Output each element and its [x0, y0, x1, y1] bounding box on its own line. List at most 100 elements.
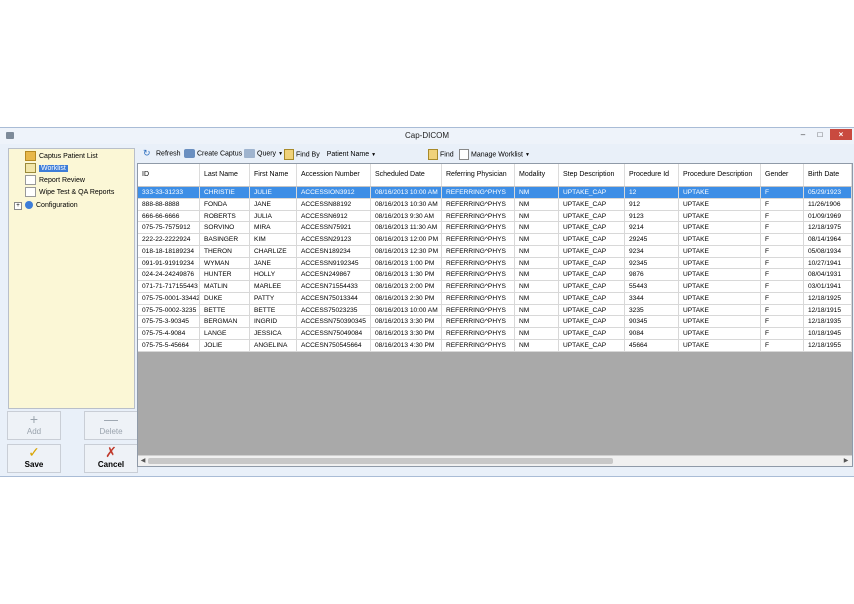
- table-cell: REFERRING^PHYS: [442, 187, 515, 199]
- tree-item-wipe-test-qa-reports[interactable]: Wipe Test & QA Reports: [25, 187, 114, 198]
- find-by-icon: [284, 149, 294, 160]
- minimize-icon[interactable]: –: [796, 129, 810, 140]
- table-cell: 9234: [625, 245, 679, 258]
- column-header[interactable]: Gender: [761, 164, 804, 186]
- table-cell: JULIE: [250, 187, 297, 199]
- table-cell: UPTAKE_CAP: [559, 328, 625, 340]
- chevron-down-icon: ▼: [278, 151, 284, 158]
- table-cell: 08/16/2013 9:30 AM: [371, 210, 442, 223]
- table-cell: UPTAKE_CAP: [559, 292, 625, 305]
- table-cell: ACCESSN88192: [297, 198, 371, 211]
- table-row[interactable]: 222-22-2222924 BASINGER KIM ACCESSN29123 08/…: [138, 234, 852, 246]
- cancel-button[interactable]: ✗ Cancel: [84, 444, 138, 473]
- scrollbar-thumb[interactable]: [148, 458, 613, 464]
- table-cell: BERGMAN: [200, 316, 250, 328]
- table-cell: 018-18-18189234: [138, 245, 200, 258]
- table-cell: NM: [515, 269, 559, 281]
- table-cell: 08/14/1964: [804, 234, 852, 246]
- column-header[interactable]: Scheduled Date: [371, 164, 442, 186]
- find-button[interactable]: Find: [428, 149, 454, 160]
- column-header[interactable]: Referring Physician: [442, 164, 515, 186]
- table-cell: FONDA: [200, 198, 250, 211]
- close-icon[interactable]: ×: [830, 129, 852, 140]
- table-cell: JANE: [250, 198, 297, 211]
- table-cell: ACCESSN75049084: [297, 328, 371, 340]
- table-cell: UPTAKE_CAP: [559, 257, 625, 270]
- table-cell: BASINGER: [200, 234, 250, 246]
- table-cell: ACCESSION3912: [297, 187, 371, 199]
- table-row[interactable]: 075-75-4-9084 LANGE JESSICA ACCESSN75049084…: [138, 328, 852, 340]
- column-header[interactable]: Modality: [515, 164, 559, 186]
- find-by-dropdown[interactable]: Find By Patient Name ▼: [284, 149, 376, 160]
- table-cell: ACCESN189234: [297, 245, 371, 258]
- column-header[interactable]: Step Description: [559, 164, 625, 186]
- table-cell: UPTAKE: [679, 339, 761, 352]
- table-cell: 03/01/1941: [804, 281, 852, 293]
- table-cell: DUKE: [200, 292, 250, 305]
- save-button[interactable]: ✓ Save: [7, 444, 61, 473]
- table-row[interactable]: 075-75-3-90345 BERGMAN INGRID ACCESSN750390…: [138, 316, 852, 328]
- table-row[interactable]: 333-33-31233 CHRISTIE JULIE ACCESSION3912 08…: [138, 187, 852, 199]
- table-row[interactable]: 666-66-6666 ROBERTS JULIA ACCESSN6912 08/16/…: [138, 210, 852, 223]
- table-cell: MIRA: [250, 222, 297, 234]
- info-icon: [25, 201, 33, 210]
- table-cell: WYMAN: [200, 257, 250, 270]
- maximize-icon[interactable]: □: [813, 129, 827, 140]
- table-cell: 08/16/2013 10:30 AM: [371, 198, 442, 211]
- table-row[interactable]: 024-24-24249876 HUNTER HOLLY ACCESN249867 08…: [138, 269, 852, 281]
- table-cell: BETTE: [200, 304, 250, 317]
- table-row[interactable]: 075-75-0002-3235 BETTE BETTE ACCESS75023235…: [138, 304, 852, 317]
- table-row[interactable]: 888-88-8888 FONDA JANE ACCESSN88192 08/16/20…: [138, 198, 852, 211]
- table-cell: UPTAKE_CAP: [559, 281, 625, 293]
- table-cell: ACCESSN6912: [297, 210, 371, 223]
- table-cell: 45664: [625, 339, 679, 352]
- table-cell: 08/16/2013 2:30 PM: [371, 292, 442, 305]
- table-cell: 888-88-8888: [138, 198, 200, 211]
- column-header[interactable]: Last Name: [200, 164, 250, 186]
- table-cell: F: [761, 222, 804, 234]
- column-header[interactable]: ID: [138, 164, 200, 186]
- table-cell: REFERRING^PHYS: [442, 222, 515, 234]
- column-header[interactable]: Accession Number: [297, 164, 371, 186]
- column-header[interactable]: Birth Date: [804, 164, 852, 186]
- table-row[interactable]: 075-75-7575912 SORVINO MIRA ACCESSN75921 08/…: [138, 222, 852, 234]
- add-button[interactable]: + Add: [7, 411, 61, 440]
- scroll-right-icon[interactable]: ▶: [842, 456, 850, 466]
- table-row[interactable]: 091-91-91919234 WYMAN JANE ACCESSN9192345 08…: [138, 257, 852, 270]
- delete-button[interactable]: — Delete: [84, 411, 138, 440]
- column-header[interactable]: Procedure Description: [679, 164, 761, 186]
- table-cell: F: [761, 339, 804, 352]
- table-row[interactable]: 071-71-717155443 MATLIN MARLEE ACCESN715544…: [138, 281, 852, 293]
- table-row[interactable]: 075-75-0001-33442 DUKE PATTY ACCESN75013344…: [138, 292, 852, 305]
- table-cell: 08/16/2013 1:30 PM: [371, 269, 442, 281]
- table-row[interactable]: 018-18-18189234 THERON CHARLIZE ACCESN18923…: [138, 245, 852, 258]
- tree-item-configuration[interactable]: Configuration: [25, 200, 78, 211]
- tree-item-captus-patient-list[interactable]: Captus Patient List: [25, 151, 98, 162]
- find-by-value: Patient Name: [326, 151, 370, 159]
- table-cell: 3344: [625, 292, 679, 305]
- worklist-grid: ID Last Name First Name Accession Number Sch…: [137, 163, 853, 467]
- query-dropdown[interactable]: Query ▼: [244, 149, 283, 159]
- refresh-button[interactable]: ↻ Refresh: [143, 149, 181, 159]
- create-captus-button[interactable]: Create Captus: [184, 149, 242, 159]
- table-cell: UPTAKE_CAP: [559, 210, 625, 223]
- tree-item-worklist[interactable]: Worklist: [25, 163, 68, 174]
- table-cell: F: [761, 210, 804, 223]
- table-cell: PATTY: [250, 292, 297, 305]
- horizontal-scrollbar[interactable]: ◀ ▶: [138, 455, 852, 466]
- table-cell: JOLIE: [200, 339, 250, 352]
- table-cell: ACCESN71554433: [297, 281, 371, 293]
- table-cell: REFERRING^PHYS: [442, 198, 515, 211]
- table-row[interactable]: 075-75-5-45664 JOLIE ANGELINA ACCESN7505456…: [138, 339, 852, 352]
- table-cell: 10/18/1945: [804, 328, 852, 340]
- table-cell: UPTAKE: [679, 269, 761, 281]
- expand-icon[interactable]: +: [14, 202, 22, 210]
- column-header[interactable]: First Name: [250, 164, 297, 186]
- table-cell: NM: [515, 292, 559, 305]
- tree-item-report-review[interactable]: Report Review: [25, 175, 85, 186]
- table-cell: CHRISTIE: [200, 187, 250, 199]
- manage-worklist-dropdown[interactable]: Manage Worklist ▼: [459, 149, 530, 160]
- table-cell: REFERRING^PHYS: [442, 316, 515, 328]
- column-header[interactable]: Procedure Id: [625, 164, 679, 186]
- scroll-left-icon[interactable]: ◀: [139, 456, 147, 466]
